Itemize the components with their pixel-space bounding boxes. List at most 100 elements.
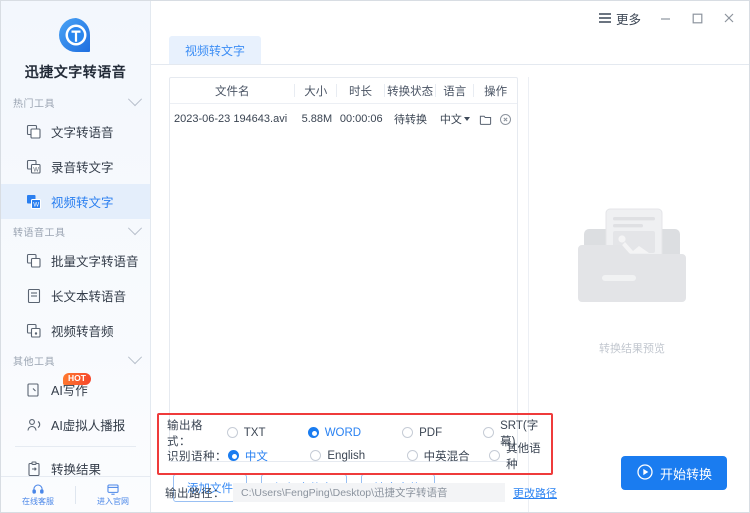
cell-language[interactable]: 中文: [436, 111, 473, 127]
tab-strip: 视频转文字: [151, 35, 749, 65]
radio-dot: [406, 450, 418, 461]
batch-text-to-speech-icon: [25, 252, 42, 269]
app-window: 迅捷文字转语音 热门工具 文字转语音 W 录音转文字 W 视频转文字 转语音工具…: [0, 0, 750, 513]
sidebar-item-label: 视频转音频: [51, 325, 114, 339]
close-button[interactable]: [713, 3, 745, 33]
sidebar-item-conversion-results[interactable]: 转换结果: [1, 451, 150, 476]
folder-icon[interactable]: [479, 113, 492, 126]
output-format-label: 输出格式：: [167, 419, 203, 448]
tab-video-to-text[interactable]: 视频转文字: [169, 36, 262, 64]
sidebar-item-label: 长文本转语音: [51, 290, 127, 304]
sidebar-item-label: 录音转文字: [51, 161, 114, 175]
start-conversion-button[interactable]: 开始转换: [621, 456, 727, 490]
recognition-language-row: 识别语种： 中文 English 中英混合 其他语种: [167, 443, 551, 471]
radio-label: PDF: [419, 426, 443, 439]
sidebar-item-batch-text-to-speech[interactable]: 批量文字转语音: [1, 243, 150, 278]
radio-dot: [489, 450, 501, 461]
chevron-down-icon: [127, 221, 143, 236]
sidebar-item-ai-avatar[interactable]: AI虚拟人播报: [1, 407, 150, 442]
radio-dot: [402, 427, 414, 438]
sidebar-group-header-hot[interactable]: 热门工具: [1, 90, 150, 114]
ai-avatar-icon: [25, 416, 42, 433]
table-row[interactable]: 2023-06-23 194643.avi 5.88M 00:00:06 待转换…: [170, 104, 517, 134]
sidebar-item-video-to-text[interactable]: W 视频转文字: [1, 184, 150, 219]
website-button[interactable]: 进入官网: [76, 483, 150, 507]
column-header-filename: 文件名: [214, 85, 250, 98]
radio-format-pdf[interactable]: PDF: [402, 427, 483, 439]
sidebar-item-label: 批量文字转语音: [51, 255, 139, 269]
radio-dot: [227, 450, 239, 461]
recognition-language-label: 识别语种：: [167, 450, 227, 463]
radio-label: 中文: [244, 450, 268, 463]
sidebar-item-ai-writing[interactable]: AI写作 HOT: [1, 372, 150, 407]
radio-language-other[interactable]: 其他语种: [489, 440, 551, 472]
sidebar-item-long-text-to-speech[interactable]: 长文本转语音: [1, 278, 150, 313]
chevron-down-icon: [463, 117, 470, 121]
play-circle-icon: [636, 463, 654, 484]
tab-label: 视频转文字: [185, 44, 246, 58]
sidebar-group-header-other[interactable]: 其他工具: [1, 348, 150, 372]
radio-label: English: [327, 449, 366, 462]
empty-folder-illustration-icon: [562, 199, 702, 324]
radio-label: WORD: [324, 426, 362, 439]
long-text-to-speech-icon: [25, 287, 42, 304]
cell-duration: 00:00:06: [339, 113, 383, 125]
monitor-icon: [106, 483, 120, 496]
change-path-link[interactable]: 更改路径: [513, 485, 557, 501]
sidebar-item-audio-to-text[interactable]: W 录音转文字: [1, 149, 150, 184]
headset-icon: [31, 483, 45, 496]
sidebar-footer: 在线客服 进入官网: [1, 476, 150, 512]
hamburger-icon: [598, 13, 611, 23]
sidebar-group-header-tts-tools[interactable]: 转语音工具: [1, 219, 150, 243]
sidebar-item-label: 转换结果: [51, 463, 102, 476]
sidebar-item-label: 文字转语音: [51, 126, 114, 140]
radio-language-english[interactable]: English: [310, 450, 406, 462]
table-header-row: 文件名 大小 时长 转换状态 语言 操作: [170, 78, 517, 104]
sidebar-item-label: AI虚拟人播报: [51, 419, 126, 433]
radio-language-mixed[interactable]: 中英混合: [406, 448, 490, 464]
sidebar-nav: 热门工具 文字转语音 W 录音转文字 W 视频转文字 转语音工具 批量文字转语音…: [1, 90, 150, 476]
sidebar-item-label: 视频转文字: [51, 196, 114, 210]
output-options-highlight-box: 输出格式： TXT WORD PDF SRT(字幕) 识别语种： 中文 Engl…: [157, 413, 553, 475]
column-header-size: 大小: [304, 85, 328, 98]
chevron-down-icon: [127, 92, 143, 107]
output-path-label: 输出路径：: [165, 487, 225, 500]
radio-dot: [226, 427, 238, 438]
column-header-status: 转换状态: [387, 85, 434, 98]
sidebar-item-text-to-speech[interactable]: 文字转语音: [1, 114, 150, 149]
maximize-button[interactable]: [681, 3, 713, 33]
sidebar-group-label: 其他工具: [13, 356, 55, 368]
minimize-button[interactable]: [649, 3, 681, 33]
radio-language-chinese[interactable]: 中文: [227, 448, 311, 464]
online-support-button[interactable]: 在线客服: [1, 483, 75, 507]
audio-to-text-icon: W: [25, 158, 42, 175]
sidebar-item-video-to-audio[interactable]: 视频转音频: [1, 313, 150, 348]
svg-text:W: W: [33, 201, 39, 208]
brand-title: 迅捷文字转语音: [24, 64, 127, 80]
radio-format-word[interactable]: WORD: [307, 426, 402, 439]
language-dropdown[interactable]: 中文: [440, 111, 470, 127]
column-header-language: 语言: [443, 85, 467, 98]
sidebar-group-label: 转语音工具: [13, 227, 66, 239]
main-area: 更多 视频转文字 文件名 大小 时长 转换状态 语言 操作 2023-06-23…: [151, 1, 749, 512]
sidebar-divider: [15, 446, 136, 447]
app-logo-icon: [54, 14, 98, 58]
radio-format-txt[interactable]: TXT: [226, 427, 308, 439]
video-to-audio-icon: [25, 322, 42, 339]
sidebar: 迅捷文字转语音 热门工具 文字转语音 W 录音转文字 W 视频转文字 转语音工具…: [1, 1, 151, 512]
start-conversion-label: 开始转换: [659, 466, 712, 482]
output-path-value: C:\Users\FengPing\Desktop\迅捷文字转语音: [233, 483, 505, 502]
svg-text:W: W: [33, 167, 39, 173]
more-button[interactable]: 更多: [591, 5, 649, 32]
sidebar-group-label: 热门工具: [13, 98, 55, 110]
radio-label: 中英混合: [423, 450, 470, 463]
preview-empty-label: 转换结果预览: [599, 343, 665, 355]
hot-badge: HOT: [63, 373, 91, 386]
title-bar: 更多: [151, 1, 749, 35]
radio-dot: [307, 427, 319, 438]
radio-dot: [483, 427, 495, 438]
clipboard-icon: [25, 460, 42, 476]
brand: 迅捷文字转语音: [1, 1, 150, 82]
ai-writing-icon: [25, 381, 42, 398]
remove-icon[interactable]: [499, 113, 512, 126]
